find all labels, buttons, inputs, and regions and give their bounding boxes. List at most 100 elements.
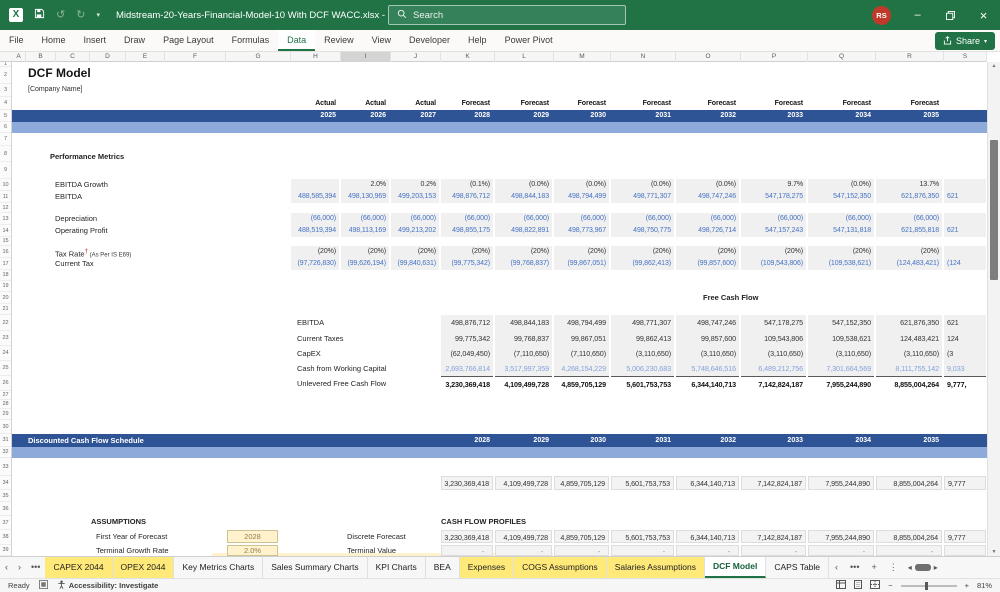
row-number-37[interactable]: 37 bbox=[0, 516, 11, 530]
cell[interactable]: (20%) bbox=[876, 246, 942, 258]
cell[interactable]: 498,876,712 bbox=[441, 315, 493, 331]
years-header-band[interactable]: 2025 2026 2027 2028 2029 2030 2031 2032 2033 2034… bbox=[12, 110, 987, 122]
cell[interactable]: 7,955,244,890 bbox=[808, 376, 874, 391]
cell[interactable]: Actual bbox=[341, 98, 389, 110]
cell[interactable]: (20%) bbox=[554, 246, 609, 258]
fcf-ebitda-label[interactable]: EBITDA bbox=[297, 315, 324, 331]
row-number-15[interactable]: 15 bbox=[0, 237, 11, 246]
cell[interactable]: 2,693,766,814 bbox=[441, 361, 493, 376]
share-button[interactable]: Share ▾ bbox=[934, 32, 995, 50]
cell[interactable]: 547,152,350 bbox=[808, 315, 874, 331]
tab-kebab-icon[interactable]: ⋮ bbox=[883, 557, 904, 578]
cell[interactable]: Actual bbox=[391, 98, 439, 110]
discrete-forecast-label[interactable]: Discrete Forecast bbox=[347, 530, 406, 543]
fcf-cwc-label[interactable]: Cash from Working Capital bbox=[297, 361, 386, 376]
hscroll-left-icon[interactable]: ◂ bbox=[908, 563, 912, 572]
cell[interactable]: 5,601,753,753 bbox=[611, 530, 674, 543]
cell[interactable]: (20%) bbox=[391, 246, 439, 258]
cell[interactable]: (99,857,600) bbox=[676, 258, 739, 270]
hscroll-right-icon[interactable]: ▸ bbox=[934, 563, 938, 572]
sheet-tab-opex-2044[interactable]: OPEX 2044 bbox=[112, 557, 175, 578]
sheet-tab-capex-2044[interactable]: CAPEX 2044 bbox=[45, 557, 113, 578]
cell[interactable]: 621 bbox=[944, 315, 986, 331]
cell[interactable]: (66,000) bbox=[341, 213, 389, 225]
sheet-tab-expenses[interactable]: Expenses bbox=[459, 557, 515, 578]
cell[interactable]: 7,955,244,890 bbox=[808, 530, 874, 543]
cell[interactable]: 498,130,969 bbox=[341, 191, 389, 203]
cell[interactable]: - bbox=[554, 545, 609, 556]
cell[interactable]: 2034 bbox=[808, 434, 874, 447]
cell[interactable]: Forecast bbox=[441, 98, 493, 110]
qat-customize-icon[interactable]: ▾ bbox=[96, 11, 100, 19]
zoom-in-icon[interactable]: + bbox=[965, 581, 969, 590]
cell[interactable]: 9,777 bbox=[944, 476, 986, 490]
column-header-L[interactable]: L bbox=[495, 52, 554, 62]
search-box[interactable]: Search bbox=[388, 5, 626, 25]
cell[interactable]: (124,483,421) bbox=[876, 258, 942, 270]
free-cash-flow-heading[interactable]: Free Cash Flow bbox=[703, 293, 758, 302]
sheet-tab-caps-table[interactable]: CAPS Table bbox=[766, 557, 830, 578]
cell[interactable]: 547,152,350 bbox=[808, 191, 874, 203]
cell[interactable]: 2027 bbox=[391, 110, 439, 122]
cell[interactable]: - bbox=[676, 545, 739, 556]
cell[interactable]: 2032 bbox=[676, 434, 739, 447]
cell[interactable]: 3,230,369,418 bbox=[441, 530, 493, 543]
cell[interactable]: (62,049,450) bbox=[441, 346, 493, 361]
cell[interactable]: 99,867,051 bbox=[554, 331, 609, 346]
company-name-cell[interactable]: [Company Name] bbox=[28, 86, 82, 93]
cell[interactable]: 498,844,183 bbox=[495, 191, 552, 203]
cell[interactable]: 2031 bbox=[611, 110, 674, 122]
cell[interactable]: 6,344,140,713 bbox=[676, 530, 739, 543]
sheet-tab-key-metrics-charts[interactable]: Key Metrics Charts bbox=[174, 557, 264, 578]
cell[interactable]: Forecast bbox=[611, 98, 674, 110]
depreciation-label[interactable]: Depreciation bbox=[55, 213, 97, 225]
cell[interactable]: 6,344,140,713 bbox=[676, 476, 739, 490]
row-number-9[interactable]: 9 bbox=[0, 162, 11, 179]
tab-overflow-more-icon[interactable]: ••• bbox=[844, 557, 865, 578]
row-number-17[interactable]: 17 bbox=[0, 258, 11, 270]
cell[interactable]: (97,726,830) bbox=[291, 258, 339, 270]
cell[interactable] bbox=[391, 545, 439, 556]
cell[interactable]: (99,768,837) bbox=[495, 258, 552, 270]
cell[interactable] bbox=[341, 545, 389, 556]
row-number-20[interactable]: 20 bbox=[0, 292, 11, 304]
cell[interactable]: 5,748,646,516 bbox=[676, 361, 739, 376]
cell[interactable]: 498,876,712 bbox=[441, 191, 493, 203]
ribbon-tab-power-pivot[interactable]: Power Pivot bbox=[496, 30, 562, 51]
fcf-ufcf-label[interactable]: Unlevered Free Cash Flow bbox=[297, 376, 386, 391]
column-header-C[interactable]: C bbox=[56, 52, 90, 62]
zoom-slider-thumb[interactable] bbox=[924, 581, 928, 590]
row-number-28[interactable]: 28 bbox=[0, 400, 11, 409]
cell[interactable]: 498,844,183 bbox=[495, 315, 552, 331]
cell[interactable]: 7,301,664,569 bbox=[808, 361, 874, 376]
cell[interactable]: 498,747,246 bbox=[676, 315, 739, 331]
cell[interactable] bbox=[944, 246, 986, 258]
cell[interactable]: 2031 bbox=[611, 434, 674, 447]
sheet-title-cell[interactable]: DCF Model bbox=[28, 66, 91, 80]
cell[interactable]: 3,230,369,418 bbox=[441, 376, 493, 391]
column-header-R[interactable]: R bbox=[876, 52, 944, 62]
cell[interactable]: (3 bbox=[944, 346, 986, 361]
row-number-27[interactable]: 27 bbox=[0, 391, 11, 400]
cell[interactable]: (66,000) bbox=[554, 213, 609, 225]
column-header-B[interactable]: B bbox=[26, 52, 56, 62]
cell[interactable]: (20%) bbox=[291, 246, 339, 258]
tab-overflow-left-icon[interactable]: ‹ bbox=[829, 557, 844, 578]
cell[interactable]: 99,775,342 bbox=[441, 331, 493, 346]
cell[interactable]: 109,543,806 bbox=[741, 331, 806, 346]
row-number-8[interactable]: 8 bbox=[0, 146, 11, 162]
years-subheader-band[interactable] bbox=[12, 122, 987, 133]
undo-icon[interactable]: ↺ bbox=[56, 0, 65, 30]
ribbon-tab-view[interactable]: View bbox=[363, 30, 400, 51]
cell[interactable]: (66,000) bbox=[741, 213, 806, 225]
close-button[interactable]: × bbox=[967, 0, 1000, 30]
row-number-24[interactable]: 24 bbox=[0, 346, 11, 361]
cell[interactable]: (3,110,650) bbox=[876, 346, 942, 361]
cell[interactable]: 7,142,824,187 bbox=[741, 476, 806, 490]
cell[interactable]: (20%) bbox=[741, 246, 806, 258]
cell[interactable]: 621 bbox=[944, 225, 986, 237]
row-number-6[interactable]: 6 bbox=[0, 122, 11, 133]
cell[interactable]: (66,000) bbox=[876, 213, 942, 225]
cell[interactable]: 4,109,499,728 bbox=[495, 376, 552, 391]
cell[interactable]: (3,110,650) bbox=[808, 346, 874, 361]
